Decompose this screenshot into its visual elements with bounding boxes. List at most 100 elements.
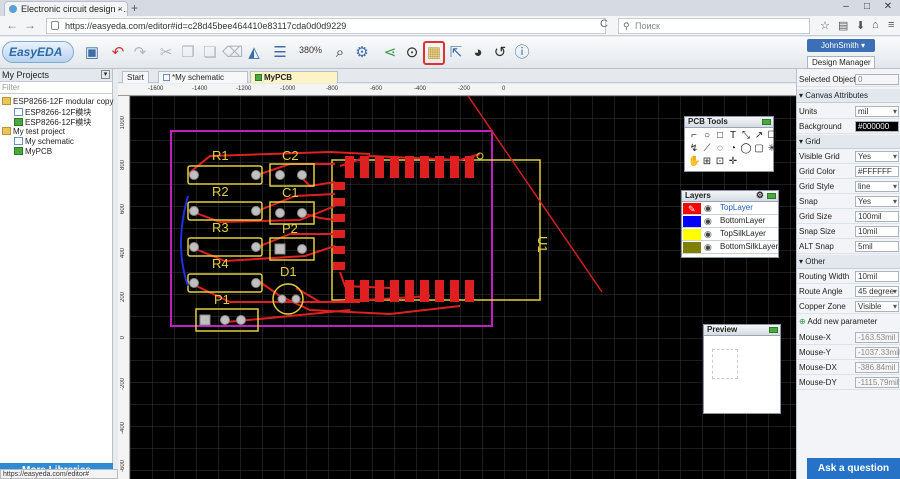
menu-icon[interactable]: ≡: [888, 19, 894, 31]
tree-item-pcb[interactable]: MyPCB: [14, 147, 52, 156]
snap-select[interactable]: Yes: [855, 196, 899, 207]
tree-item-schematic[interactable]: My schematic: [14, 137, 74, 146]
image-tool-icon[interactable]: ⊡: [714, 156, 726, 168]
pad-tool-icon[interactable]: ○: [701, 130, 713, 142]
star-icon[interactable]: ☆: [820, 19, 830, 32]
units-select[interactable]: mil: [855, 106, 899, 117]
export-icon[interactable]: ⇱: [446, 43, 466, 63]
camera-icon[interactable]: ⊙: [402, 43, 422, 63]
circle-tool-icon[interactable]: ◯: [740, 143, 752, 155]
snap-size-field[interactable]: 10mil: [855, 226, 899, 237]
layer-color-swatch[interactable]: [683, 216, 701, 227]
add-parameter-link[interactable]: ⊕ Add new parameter: [797, 315, 900, 329]
section-title: Other: [805, 257, 826, 266]
projects-dropdown-icon[interactable]: ▾: [101, 70, 110, 79]
rotate-icon[interactable]: ◭: [244, 43, 264, 63]
minimize-button[interactable]: –: [836, 0, 856, 14]
tab-start[interactable]: Start: [122, 71, 149, 83]
history-icon[interactable]: ↺: [490, 43, 510, 63]
preview-thumbnail[interactable]: [712, 349, 738, 379]
home-icon[interactable]: ⌂: [872, 19, 879, 31]
download-icon[interactable]: ⬇: [856, 19, 865, 32]
steam-icon[interactable]: ◕: [468, 43, 488, 63]
undo-icon[interactable]: ↶: [108, 43, 128, 63]
tab-mypcb[interactable]: MyPCB: [250, 71, 338, 83]
design-manager-button[interactable]: Design Manager ▸: [807, 56, 875, 78]
browser-tab[interactable]: Electronic circuit design - ... ×: [4, 1, 128, 16]
tab-my-schematic[interactable]: *My schematic: [158, 71, 248, 83]
share-icon[interactable]: ⋖: [380, 43, 400, 63]
pcb-canvas[interactable]: -1600 -1400 -1200 -1000 -800 -600 -400 -…: [118, 84, 796, 479]
layer-row-topsilklayer[interactable]: ◉ TopSilkLayer: [682, 228, 778, 241]
tree-item-project[interactable]: My test project: [2, 127, 65, 136]
help-icon[interactable]: ⓘ: [512, 43, 532, 63]
layer-row-bottomlayer[interactable]: ◉ BottomLayer: [682, 215, 778, 228]
ask-question-button[interactable]: Ask a question: [807, 458, 900, 479]
pan-tool-icon[interactable]: ✋: [688, 156, 700, 168]
grid-color-field[interactable]: #FFFFFF: [855, 166, 899, 177]
line-tool-icon[interactable]: ⟋: [701, 143, 713, 155]
reload-button[interactable]: C: [600, 18, 608, 30]
browser-search-input[interactable]: ⚲ Поиск: [618, 18, 810, 34]
grid-style-select[interactable]: line: [855, 181, 899, 192]
back-button[interactable]: ←: [6, 18, 18, 32]
save-icon[interactable]: ▣: [82, 43, 102, 63]
copper-zone-select[interactable]: Visible: [855, 301, 899, 312]
solid-region-tool-icon[interactable]: ✳: [766, 143, 778, 155]
hole-tool-icon[interactable]: ⊞: [701, 156, 713, 168]
zoom-level[interactable]: 380%: [299, 45, 322, 55]
url-field[interactable]: https://easyeda.com/editor#id=c28d45bee4…: [46, 18, 606, 34]
filter-input[interactable]: Filter: [0, 82, 112, 94]
minimize-panel-icon[interactable]: [769, 327, 778, 333]
visible-grid-select[interactable]: Yes: [855, 151, 899, 162]
routing-width-field[interactable]: 10mil: [855, 271, 899, 282]
connect-tool-icon[interactable]: ↯: [688, 143, 700, 155]
delete-icon[interactable]: ⌫: [222, 43, 243, 63]
maximize-button[interactable]: □: [857, 0, 877, 14]
eye-icon[interactable]: ◉: [704, 241, 712, 253]
route-angle-select[interactable]: 45 degree: [855, 286, 899, 297]
eye-icon[interactable]: ◉: [704, 202, 712, 214]
user-menu[interactable]: JohnSmith ▾: [807, 39, 875, 52]
dimension-tool-icon[interactable]: ⤡: [740, 130, 752, 142]
new-tab-button[interactable]: +: [131, 1, 138, 15]
section-other[interactable]: ▾ Other: [797, 255, 900, 269]
section-canvas-attributes[interactable]: ▾ Canvas Attributes: [797, 89, 900, 103]
arrow-tool-icon[interactable]: ↗: [753, 130, 765, 142]
tree-item-project[interactable]: ESP8266-12F modular copy: [2, 97, 114, 106]
grid-size-field[interactable]: 100mil: [855, 211, 899, 222]
binoculars-icon[interactable]: ⌕: [330, 43, 350, 63]
text-tool-icon[interactable]: T: [727, 130, 739, 142]
layer-color-swatch[interactable]: [683, 229, 701, 240]
copper-area-tool-icon[interactable]: ▢: [753, 143, 765, 155]
forward-button[interactable]: →: [24, 18, 36, 32]
reading-list-icon[interactable]: ▤: [838, 19, 848, 32]
arc2-tool-icon[interactable]: ◔: [727, 143, 739, 155]
layer-color-swatch[interactable]: ✎: [683, 203, 701, 214]
arc-tool-icon[interactable]: ◌: [714, 143, 726, 155]
layers-settings-icon[interactable]: ⚙: [756, 190, 764, 200]
tab-close-icon[interactable]: ×: [118, 2, 123, 16]
via-tool-icon[interactable]: □: [714, 130, 726, 142]
eye-icon[interactable]: ◉: [704, 215, 712, 227]
alt-snap-field[interactable]: 5mil: [855, 241, 899, 252]
layer-color-swatch[interactable]: [683, 242, 701, 253]
track-tool-icon[interactable]: ⌐: [688, 130, 700, 142]
eye-icon[interactable]: ◉: [704, 228, 712, 240]
easyeda-logo[interactable]: EasyEDA: [2, 41, 74, 63]
layer-row-bottomsilklayer[interactable]: ◉ BottomSilkLayer: [682, 241, 778, 254]
redo-icon[interactable]: ↷: [130, 43, 150, 63]
section-grid[interactable]: ▾ Grid: [797, 135, 900, 149]
cut-icon[interactable]: ✂: [156, 43, 176, 63]
layer-row-toplayer[interactable]: ✎ ◉ TopLayer: [682, 202, 778, 215]
close-window-button[interactable]: ✕: [878, 0, 898, 14]
copy-icon[interactable]: ❐: [178, 43, 198, 63]
rect-tool-icon[interactable]: ☐: [766, 130, 778, 142]
align-icon[interactable]: ☰: [270, 43, 290, 63]
paste-icon[interactable]: ❏: [200, 43, 220, 63]
minimize-panel-icon[interactable]: [767, 193, 776, 199]
background-color-field[interactable]: #000000: [855, 121, 899, 132]
origin-tool-icon[interactable]: ✛: [727, 156, 739, 168]
settings-gear-icon[interactable]: ⚙: [352, 43, 372, 63]
minimize-panel-icon[interactable]: [762, 119, 771, 125]
